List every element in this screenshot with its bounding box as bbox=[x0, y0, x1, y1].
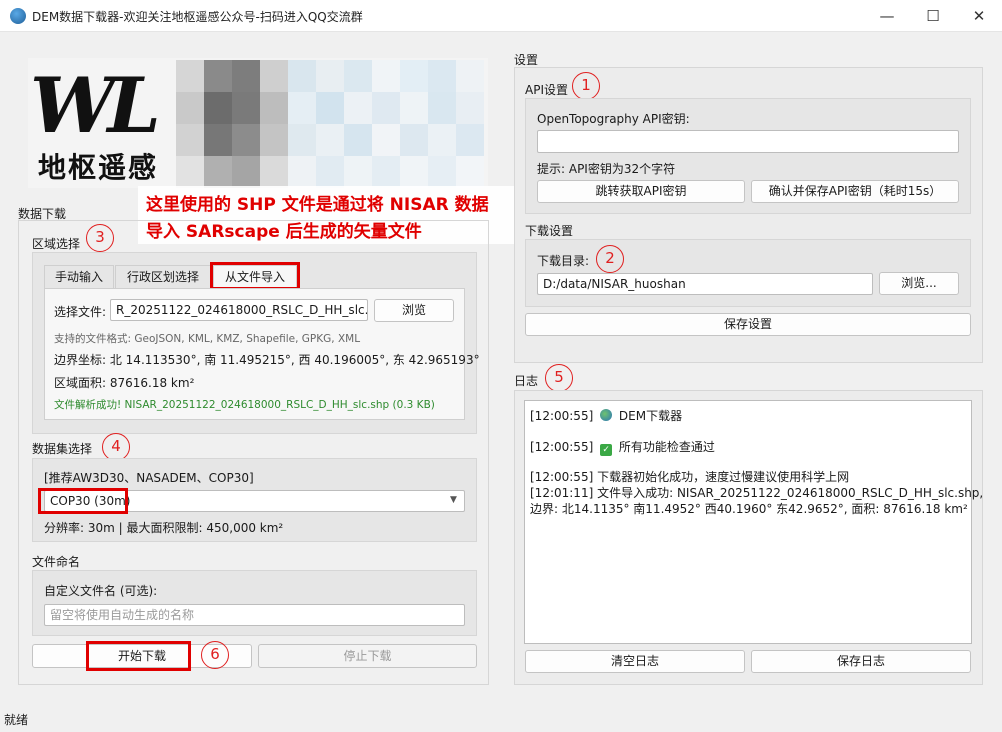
log-line: 边界: 北14.1135° 南11.4952° 西40.1960° 东42.96… bbox=[530, 502, 968, 516]
log-title: 日志 bbox=[514, 374, 539, 388]
region-title: 区域选择 bbox=[32, 237, 81, 251]
log-line: [12:01:11] 文件导入成功: NISAR_20251122_024618… bbox=[530, 486, 984, 500]
app-icon bbox=[10, 8, 26, 24]
check-icon: ✓ bbox=[600, 444, 613, 456]
download-dir-browse-button[interactable]: 浏览... bbox=[879, 272, 959, 295]
dataset-info: 分辨率: 30m | 最大面积限制: 450,000 km² bbox=[44, 521, 284, 535]
dataset-highlight-box bbox=[38, 488, 128, 514]
settings-title: 设置 bbox=[514, 53, 539, 67]
download-dir-label: 下载目录: bbox=[537, 254, 590, 268]
api-key-input[interactable] bbox=[537, 130, 959, 153]
minimize-button[interactable]: — bbox=[864, 0, 910, 32]
log-line: [12:00:55] 下载器初始化成功，速度过慢建议使用科学上网 bbox=[530, 470, 850, 484]
globe-icon bbox=[600, 409, 613, 421]
annotation-line-1: 这里使用的 SHP 文件是通过将 NISAR 数据 bbox=[146, 195, 489, 215]
area-text: 区域面积: 87616.18 km² bbox=[54, 376, 195, 390]
stop-download-button[interactable]: 停止下载 bbox=[258, 644, 477, 668]
start-highlight-box bbox=[86, 641, 191, 671]
marker-6: 6 bbox=[201, 641, 229, 669]
qr-code-mosaic bbox=[176, 60, 484, 188]
banner-logo-letters: WL bbox=[30, 61, 161, 150]
marker-5: 5 bbox=[545, 364, 573, 392]
log-line: [12:00:55] ✓ 所有功能检查通过 bbox=[530, 440, 715, 456]
log-textbox[interactable]: [12:00:55] DEM下载器 [12:00:55] ✓ 所有功能检查通过 … bbox=[524, 400, 983, 644]
status-bar-text: 就绪 bbox=[4, 713, 29, 727]
api-key-hint: 提示: API密钥为32个字符 bbox=[537, 162, 676, 176]
api-key-label: OpenTopography API密钥: bbox=[537, 112, 690, 126]
download-settings-title: 下载设置 bbox=[525, 224, 574, 238]
supported-formats: 支持的文件格式: GeoJSON, KML, KMZ, Shapefile, G… bbox=[54, 333, 361, 345]
file-label: 选择文件: bbox=[54, 305, 107, 319]
save-log-button[interactable]: 保存日志 bbox=[751, 650, 971, 673]
download-dir-input[interactable]: D:/data/NISAR_huoshan bbox=[537, 273, 873, 295]
maximize-button[interactable]: ☐ bbox=[910, 0, 956, 32]
tab-admin-region[interactable]: 行政区划选择 bbox=[115, 265, 211, 289]
dataset-recommend: [推荐AW3D30、NASADEM、COP30] bbox=[44, 471, 254, 485]
marker-2: 2 bbox=[596, 245, 624, 273]
window-title: DEM数据下载器-欢迎关注地枢遥感公众号-扫码进入QQ交流群 bbox=[32, 10, 363, 24]
tab-highlight-box bbox=[210, 262, 300, 290]
filename-label: 自定义文件名 (可选): bbox=[44, 584, 158, 598]
goto-api-key-button[interactable]: 跳转获取API密钥 bbox=[537, 180, 745, 203]
dataset-title: 数据集选择 bbox=[32, 442, 93, 456]
save-settings-button[interactable]: 保存设置 bbox=[525, 313, 971, 336]
naming-group bbox=[32, 570, 477, 636]
naming-title: 文件命名 bbox=[32, 555, 81, 569]
log-line: [12:00:55] DEM下载器 bbox=[530, 409, 683, 423]
parse-status: 文件解析成功! NISAR_20251122_024618000_RSLC_D_… bbox=[54, 399, 435, 411]
chevron-down-icon[interactable]: ▼ bbox=[450, 495, 457, 505]
file-browse-button[interactable]: 浏览 bbox=[374, 299, 454, 322]
marker-3: 3 bbox=[86, 224, 114, 252]
marker-4: 4 bbox=[102, 433, 130, 461]
file-path-input[interactable]: R_20251122_024618000_RSLC_D_HH_slc.shp bbox=[110, 299, 368, 321]
filename-input[interactable]: 留空将使用自动生成的名称 bbox=[44, 604, 465, 626]
bounds-text: 边界坐标: 北 14.113530°, 南 11.495215°, 西 40.1… bbox=[54, 353, 480, 367]
close-button[interactable]: ✕ bbox=[956, 0, 1002, 32]
banner-logo-text: 地枢遥感 bbox=[38, 151, 159, 184]
clear-log-button[interactable]: 清空日志 bbox=[525, 650, 745, 673]
tab-manual-input[interactable]: 手动输入 bbox=[44, 265, 114, 289]
api-settings-title: API设置 bbox=[525, 83, 568, 97]
confirm-api-key-button[interactable]: 确认并保存API密钥（耗时15s） bbox=[751, 180, 959, 203]
marker-1: 1 bbox=[572, 72, 600, 100]
